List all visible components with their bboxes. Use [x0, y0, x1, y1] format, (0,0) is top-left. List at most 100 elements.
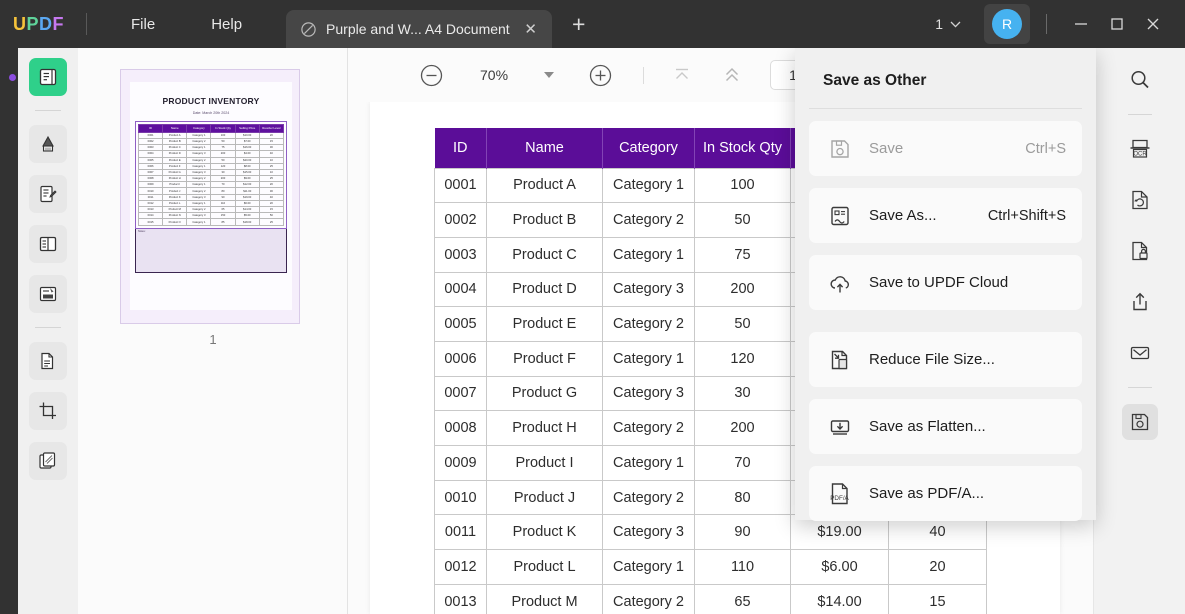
sidebar-item-batch[interactable]: [29, 442, 67, 480]
save-menu-item-shortcut: Ctrl+Shift+S: [987, 207, 1066, 224]
table-cell: Category 2: [602, 583, 695, 614]
table-cell: 80: [694, 479, 791, 516]
minimize-window-button[interactable]: [1063, 9, 1099, 39]
thumbnail-header-cell-1: Name: [162, 124, 188, 133]
sidebar-item-reader[interactable]: [29, 58, 67, 96]
table-header-cell-3: In Stock Qty: [694, 128, 791, 168]
save-panel-items: Save Ctrl+S Save As... Ctrl+Shift+S Save to …: [809, 121, 1082, 521]
page-count-dropdown[interactable]: 1: [929, 12, 967, 36]
zoom-in-button[interactable]: [587, 62, 613, 88]
protect-icon[interactable]: [1122, 233, 1158, 269]
table-cell: 75: [694, 236, 791, 273]
sidebar-item-form[interactable]: [29, 275, 67, 313]
table-cell: Category 1: [602, 236, 695, 273]
new-tab-icon[interactable]: +: [566, 11, 592, 37]
table-cell: 70: [694, 445, 791, 481]
logo-letter-3: F: [52, 13, 65, 34]
file-menu-button[interactable]: File: [117, 10, 169, 39]
thumbnail-header-cell-3: In Stock Qty: [210, 124, 236, 133]
sidebar-item-crop[interactable]: [29, 392, 67, 430]
table-cell: 0001: [434, 167, 487, 204]
thumbnail-page-number: 1: [209, 332, 217, 347]
save-panel-title: Save as Other: [823, 72, 927, 89]
table-cell: $14.00: [790, 583, 889, 614]
table-cell: Product C: [486, 236, 603, 273]
save-menu-item-save-as-pdf-a[interactable]: PDF/A Save as PDF/A...: [809, 466, 1082, 521]
table-cell: 0012: [434, 549, 487, 585]
thumbnail-header-cell-5: Reorder Level: [258, 124, 285, 133]
convert-icon[interactable]: [1122, 182, 1158, 218]
thumbnail-header-cell-0: ID: [137, 124, 164, 133]
left-tool-sidebar: [18, 48, 78, 614]
save-menu-item-label: Reduce File Size...: [869, 351, 995, 368]
thumbnail-table-cell: 0015: [137, 218, 164, 226]
thumbnail-notes-box: Notes:: [135, 228, 287, 273]
table-cell: Product H: [486, 410, 603, 446]
save-menu-item-label: Save as Flatten...: [869, 418, 986, 435]
sidebar-item-organize[interactable]: [29, 342, 67, 380]
table-cell: 200: [694, 271, 791, 308]
save-icon[interactable]: [1121, 404, 1158, 440]
table-cell: 0005: [434, 306, 487, 342]
sidebar-item-annotate[interactable]: [29, 125, 67, 163]
table-cell: Category 1: [602, 340, 695, 377]
table-cell: Category 2: [602, 202, 695, 238]
table-cell: Product K: [486, 514, 603, 551]
thumbnail-table: ID Name Category In Stock Qty Selling Price R…: [137, 124, 285, 226]
table-cell: 50: [694, 202, 791, 238]
help-menu-button[interactable]: Help: [197, 10, 256, 39]
table-cell: 0004: [434, 271, 487, 308]
save-menu-item-save-as-flatten[interactable]: Save as Flatten...: [809, 399, 1082, 454]
table-header-cell-1: Name: [486, 128, 603, 168]
thumbnail-page-1[interactable]: PRODUCT INVENTORY Date: March 20th 2024 …: [120, 69, 300, 324]
sidebar-item-page-view[interactable]: [29, 225, 67, 263]
updf-window: UPDF File Help Purple and W... A4 Docume…: [0, 0, 1185, 614]
sidebar-item-edit-pdf[interactable]: [29, 175, 67, 213]
table-header-cell-0: ID: [434, 128, 487, 168]
right-sidebar-divider-1: [1127, 114, 1152, 115]
thumbnail-table-cell: 25: [258, 218, 285, 226]
table-cell: Product M: [486, 583, 603, 614]
document-tab[interactable]: Purple and W... A4 Document ✕: [286, 10, 552, 48]
maximize-window-button[interactable]: [1099, 9, 1135, 39]
email-icon[interactable]: [1122, 335, 1158, 371]
thumbnail-table-header: ID Name Category In Stock Qty Selling Price R…: [137, 124, 285, 133]
save-menu-item-reduce-file-size[interactable]: Reduce File Size...: [809, 332, 1082, 387]
table-cell: Product G: [486, 375, 603, 412]
search-icon[interactable]: [1122, 62, 1158, 98]
save-menu-item-save-as[interactable]: Save As... Ctrl+Shift+S: [809, 188, 1082, 243]
save-menu-item-label: Save as PDF/A...: [869, 485, 985, 502]
table-cell: 0011: [434, 514, 487, 551]
save-menu-item-label: Save: [869, 140, 904, 157]
thumbnail-doc-date: Date: March 20th 2024: [192, 111, 230, 115]
table-cell: Product F: [486, 340, 603, 377]
thumbnail-table-row: 0015 Product O Category 1 85 $18.00 25: [137, 218, 285, 226]
table-cell: 90: [694, 514, 791, 551]
zoom-dropdown-caret-icon[interactable]: [544, 72, 554, 78]
save-panel-divider: [809, 108, 1082, 109]
close-tab-icon[interactable]: ✕: [522, 20, 540, 38]
avatar: R: [992, 9, 1022, 39]
chevron-down-icon: [950, 21, 961, 28]
ocr-icon[interactable]: OCR: [1122, 131, 1158, 167]
thumbnail-table-body: 0001 Product A Category 1 100 $10.00 20 0002 Pr…: [137, 131, 285, 226]
updf-logo: UPDF: [13, 14, 64, 35]
save-menu-item-save-to-updf-cloud[interactable]: Save to UPDF Cloud: [809, 255, 1082, 310]
table-cell: 0003: [434, 236, 487, 273]
account-button[interactable]: R: [984, 4, 1030, 44]
previous-page-button[interactable]: [720, 63, 744, 87]
first-page-button[interactable]: [670, 63, 694, 87]
left-dark-rail: [0, 48, 34, 614]
svg-text:PDF/A: PDF/A: [830, 494, 849, 501]
table-cell: Product E: [486, 306, 603, 342]
share-icon[interactable]: [1122, 284, 1158, 320]
sidebar-divider-1: [35, 110, 61, 111]
flatten-icon: [827, 414, 853, 440]
thumbnail-table-wrap: ID Name Category In Stock Qty Selling Price R…: [135, 121, 287, 229]
zoom-out-button[interactable]: [418, 62, 444, 88]
table-cell: 50: [694, 306, 791, 342]
cloud-up-icon: [827, 270, 853, 296]
save-as-other-panel: Save as Other Save Ctrl+S Save As... Ctrl+S…: [795, 48, 1096, 521]
thumbnail-doc-title: PRODUCT INVENTORY: [162, 96, 260, 106]
close-window-button[interactable]: [1135, 9, 1171, 39]
